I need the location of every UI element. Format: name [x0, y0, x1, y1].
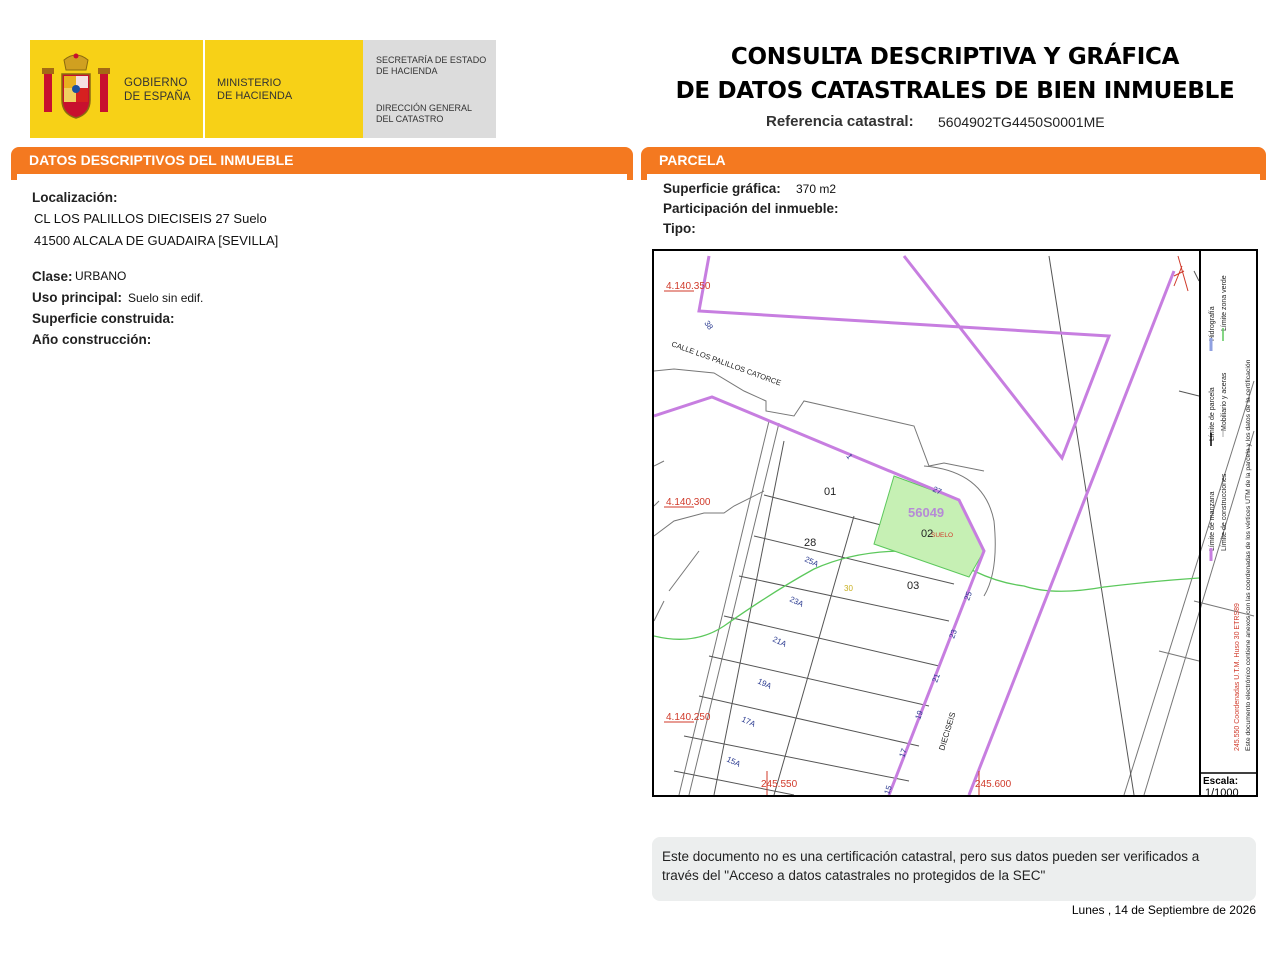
ref-catastral-value: 5604902TG4450S0001ME: [938, 114, 1105, 130]
logo-separator: [203, 40, 205, 138]
ref-catastral-label: Referencia catastral:: [766, 113, 914, 130]
coord-x-right: 245.600: [975, 779, 1012, 790]
localizacion-line2: 41500 ALCALA DE GUADAIRA [SEVILLA]: [34, 233, 279, 248]
legend-construcciones: Límite de construcciones: [1221, 473, 1228, 551]
lot-03: 03: [907, 580, 919, 592]
uso-principal-value: Suelo sin edif.: [128, 291, 204, 305]
localizacion-line1: CL LOS PALILLOS DIECISEIS 27 Suelo: [34, 211, 267, 226]
num-17A: 17A: [740, 715, 757, 729]
clase-label: Clase:: [32, 269, 73, 284]
escala-label: Escala:: [1203, 776, 1238, 787]
ministerio-text: MINISTERIO DE HACIENDA: [217, 77, 293, 102]
datos-descriptivos-heading: DATOS DESCRIPTIVOS DEL INMUEBLE: [11, 147, 633, 173]
note-line1: Este documento no es una certificación c…: [662, 849, 1200, 864]
left-heading-underline: [11, 172, 633, 174]
suelo-label: SUELO: [931, 532, 953, 539]
superficie-grafica-value: 370 m2: [796, 182, 837, 196]
participacion-label: Participación del inmueble:: [663, 201, 839, 216]
right-heading-underline: [641, 172, 1266, 174]
num-21: 21: [930, 672, 942, 684]
lot-02: 02: [921, 528, 933, 540]
num-23: 23: [947, 628, 959, 640]
legend-hidrografia: Hidrografía: [1209, 306, 1216, 341]
num-30: 30: [844, 584, 853, 593]
coord-y-mid: 4.140.300: [666, 497, 711, 508]
legend-coords-note: 245.550 Coordenadas U.T.M. Huso 30 ETRS8…: [1234, 603, 1241, 751]
legend-mobiliario: Mobiliario y aceras: [1221, 372, 1228, 431]
coord-y-bot: 4.140.250: [666, 712, 711, 723]
legend-zona-verde: Límite zona verde: [1221, 275, 1228, 331]
lot-01: 01: [824, 486, 836, 498]
disclaimer-note: Este documento no es una certificación c…: [652, 837, 1256, 901]
left-heading-foot-right: [627, 172, 633, 180]
direccion-text: DIRECCIÓN GENERAL DEL CATASTRO: [376, 103, 473, 124]
num-21A: 21A: [771, 635, 788, 649]
document-title: CONSULTA DESCRIPTIVA Y GRÁFICA DE DATOS …: [675, 44, 1235, 104]
parcel-code: 56049: [908, 505, 944, 520]
coat-of-arms-icon: [42, 53, 110, 119]
tipo-label: Tipo:: [663, 221, 696, 236]
street-dieciseis: DIECISEIS: [937, 711, 957, 751]
cadastral-map[interactable]: 4.140.350 4.140.300 4.140.250 245.550 24…: [652, 249, 1258, 797]
clase-value: URBANO: [75, 269, 127, 283]
num-25: 25: [962, 590, 974, 602]
escala-value: 1/1000: [1205, 787, 1239, 795]
superficie-construida-label: Superficie construida:: [32, 311, 175, 326]
num-15A: 15A: [725, 755, 742, 769]
legend-manzana: Límite de manzana: [1209, 491, 1216, 551]
uso-principal-label: Uso principal:: [32, 290, 123, 305]
coord-y-top: 4.140.350: [666, 281, 711, 292]
num-19A: 19A: [756, 677, 773, 691]
num-23A: 23A: [788, 595, 805, 609]
left-heading-foot: [11, 172, 17, 180]
coord-x-left: 245.550: [761, 779, 798, 790]
gobierno-text: GOBIERNO DE ESPAÑA: [124, 77, 191, 103]
right-heading-foot: [641, 172, 647, 180]
localizacion-label: Localización:: [32, 190, 118, 205]
anio-construccion-label: Año construcción:: [32, 332, 152, 347]
right-heading-foot-right: [1260, 172, 1266, 180]
note-line2: través del "Acceso a datos catastrales n…: [662, 868, 1046, 883]
parcela-heading: PARCELA: [641, 147, 1266, 173]
num-38: 38: [702, 319, 715, 332]
legend-cert-note: Este documento electrónico contiene anex…: [1245, 359, 1252, 751]
secretaria-text: SECRETARÍA DE ESTADO DE HACIENDA: [376, 55, 487, 76]
lot-28: 28: [804, 537, 816, 549]
document-date: Lunes , 14 de Septiembre de 2026: [1071, 903, 1256, 917]
superficie-grafica-label: Superficie gráfica:: [663, 181, 781, 196]
legend-parcela: Límite de parcela: [1209, 387, 1216, 441]
